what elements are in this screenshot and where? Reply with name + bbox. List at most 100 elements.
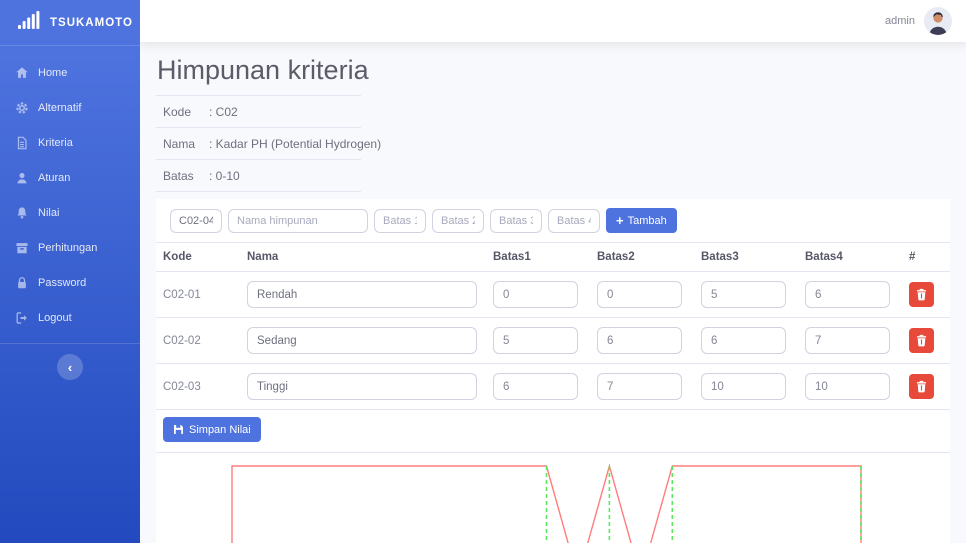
home-icon [15, 66, 29, 80]
new-kode-input[interactable] [170, 209, 222, 233]
batas3-input[interactable] [701, 281, 786, 308]
table-row: C02-03 [156, 364, 950, 410]
table-header-row: Kode Nama Batas1 Batas2 Batas3 Batas4 # [156, 243, 950, 272]
criteria-details: Kode : C02 Nama : Kadar PH (Potential Hy… [156, 95, 361, 192]
user-icon [15, 171, 29, 185]
detail-row-batas: Batas : 0-10 [156, 160, 361, 192]
sidebar-item-label: Logout [38, 312, 72, 324]
sidebar-item-nilai[interactable]: Nilai [0, 195, 140, 230]
sidebar-item-aturan[interactable]: Aturan [0, 160, 140, 195]
row-kode: C02-03 [156, 364, 240, 410]
sidebar-item-perhitungan[interactable]: Perhitungan [0, 230, 140, 265]
sidebar-item-logout[interactable]: Logout [0, 300, 140, 335]
col-header-batas2: Batas2 [590, 243, 694, 272]
logout-icon [15, 311, 29, 325]
main-area: admin Himpunan kriteria Kode : C02 Nama … [140, 0, 966, 543]
row-kode: C02-02 [156, 318, 240, 364]
col-header-batas3: Batas3 [694, 243, 798, 272]
nama-input[interactable] [247, 373, 477, 400]
batas2-input[interactable] [597, 281, 682, 308]
col-header-actions: # [902, 243, 950, 272]
fuzzy-chart [156, 453, 950, 543]
nama-input[interactable] [247, 327, 477, 354]
save-row: Simpan Nilai [156, 410, 950, 453]
content: Himpunan kriteria Kode : C02 Nama : Kada… [140, 55, 966, 543]
batas2-input[interactable] [597, 327, 682, 354]
page-title: Himpunan kriteria [157, 55, 950, 86]
sidebar-item-label: Home [38, 67, 67, 79]
sidebar-item-label: Alternatif [38, 102, 81, 114]
detail-label: Nama [163, 137, 209, 151]
plus-icon: + [616, 214, 624, 227]
sidebar-collapse-button[interactable]: ‹ [57, 354, 83, 380]
delete-button[interactable] [909, 282, 934, 307]
detail-label: Batas [163, 169, 209, 183]
batas3-input[interactable] [701, 373, 786, 400]
topbar: admin [140, 0, 966, 42]
detail-value: : C02 [209, 105, 238, 119]
trash-icon [915, 380, 928, 393]
sidebar-item-label: Nilai [38, 207, 59, 219]
user-menu[interactable]: admin [885, 7, 952, 35]
batas2-input[interactable] [597, 373, 682, 400]
tambah-label: Tambah [628, 215, 667, 227]
batas1-input[interactable] [493, 327, 578, 354]
simpan-nilai-button[interactable]: Simpan Nilai [163, 417, 261, 442]
gear-icon [15, 101, 29, 115]
sidebar-item-label: Kriteria [38, 137, 73, 149]
nama-input[interactable] [247, 281, 477, 308]
trash-icon [915, 334, 928, 347]
sidebar: TSUKAMOTO Home Alternatif [0, 0, 140, 543]
fuzzy-chart-area [156, 453, 950, 543]
sidebar-item-alternatif[interactable]: Alternatif [0, 90, 140, 125]
batas1-input[interactable] [493, 281, 578, 308]
new-nama-input[interactable] [228, 209, 368, 233]
trash-icon [915, 288, 928, 301]
col-header-batas4: Batas4 [798, 243, 902, 272]
username-label: admin [885, 15, 915, 27]
sidebar-item-label: Aturan [38, 172, 70, 184]
detail-row-nama: Nama : Kadar PH (Potential Hydrogen) [156, 128, 361, 160]
delete-button[interactable] [909, 328, 934, 353]
delete-button[interactable] [909, 374, 934, 399]
himpunan-card: + Tambah Kode Nama Batas1 Batas2 Batas3 … [156, 199, 950, 543]
simpan-nilai-label: Simpan Nilai [189, 424, 251, 436]
sidebar-item-home[interactable]: Home [0, 55, 140, 90]
brand-title: TSUKAMOTO [50, 17, 133, 29]
himpunan-table: Kode Nama Batas1 Batas2 Batas3 Batas4 # … [156, 243, 950, 410]
series-rendah [232, 466, 609, 543]
save-icon [173, 424, 184, 435]
batas4-input[interactable] [805, 327, 890, 354]
document-icon [15, 136, 29, 150]
detail-value: : 0-10 [209, 169, 240, 183]
sidebar-item-label: Password [38, 277, 86, 289]
batas1-input[interactable] [493, 373, 578, 400]
col-header-batas1: Batas1 [486, 243, 590, 272]
new-batas2-input[interactable] [432, 209, 484, 233]
brand[interactable]: TSUKAMOTO [0, 0, 140, 45]
lock-icon [15, 276, 29, 290]
sidebar-item-password[interactable]: Password [0, 265, 140, 300]
sidebar-divider [0, 343, 140, 344]
sidebar-nav: Home Alternatif Kriteria [0, 46, 140, 335]
detail-row-kode: Kode : C02 [156, 96, 361, 128]
bell-icon [15, 206, 29, 220]
add-himpunan-form: + Tambah [156, 199, 950, 243]
new-batas1-input[interactable] [374, 209, 426, 233]
detail-label: Kode [163, 105, 209, 119]
archive-icon [15, 241, 29, 255]
series-tinggi [609, 466, 861, 543]
sidebar-item-label: Perhitungan [38, 242, 97, 254]
bar-chart-logo-icon [18, 11, 41, 34]
new-batas3-input[interactable] [490, 209, 542, 233]
batas4-input[interactable] [805, 373, 890, 400]
batas4-input[interactable] [805, 281, 890, 308]
tambah-button[interactable]: + Tambah [606, 208, 677, 233]
table-row: C02-02 [156, 318, 950, 364]
table-row: C02-01 [156, 272, 950, 318]
new-batas4-input[interactable] [548, 209, 600, 233]
avatar[interactable] [924, 7, 952, 35]
batas3-input[interactable] [701, 327, 786, 354]
sidebar-item-kriteria[interactable]: Kriteria [0, 125, 140, 160]
row-kode: C02-01 [156, 272, 240, 318]
